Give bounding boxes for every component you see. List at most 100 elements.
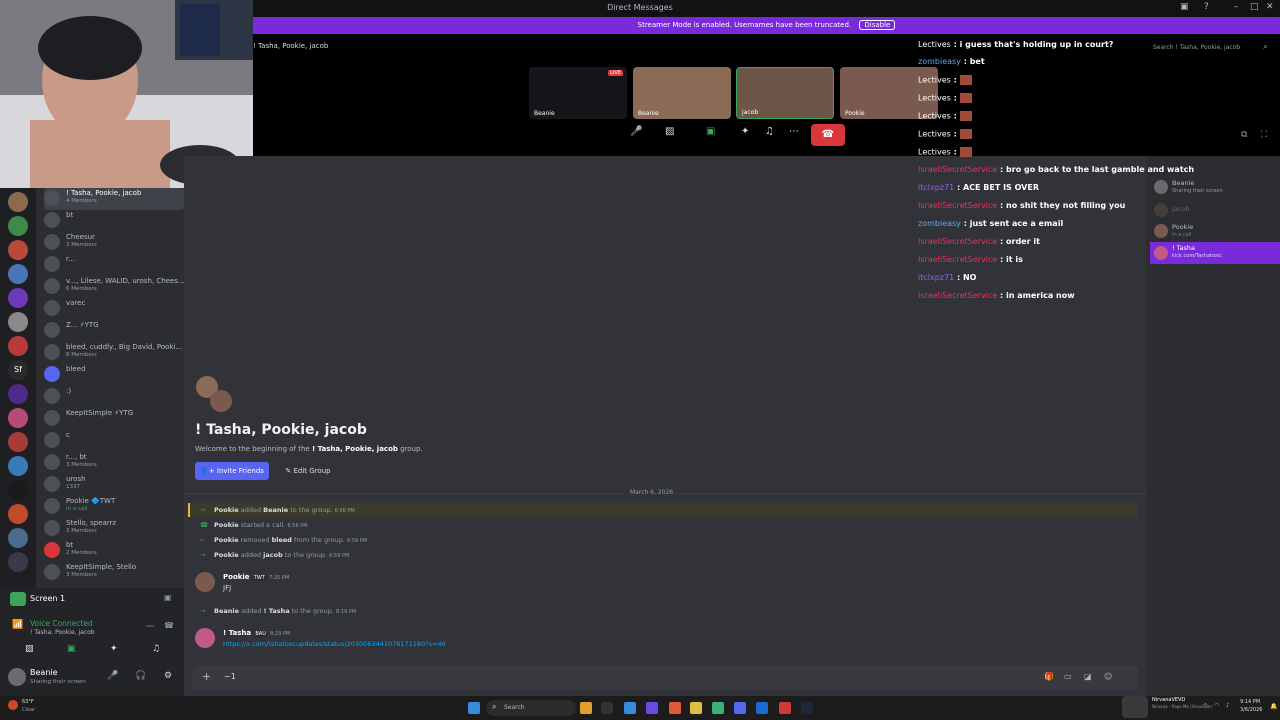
server-icon[interactable] [8,264,28,284]
dm-item[interactable]: KeepItSimple ⚡YTG [44,408,184,430]
app-icon[interactable] [669,702,681,714]
disable-streamer-button[interactable]: Disable [859,20,896,30]
settings-gear-icon[interactable]: ⚙ [164,671,172,681]
tile-name: Beanie [534,110,555,117]
stop-stream-icon[interactable]: ▣ [164,593,172,602]
voice-channel[interactable]: ! Tasha, Pookie, jacob [30,629,95,636]
avatar[interactable] [195,572,215,592]
dm-item[interactable]: Stello, spearrz 3 Members [44,518,184,540]
dm-item[interactable]: Pookie 🔷TWT In a call [44,496,184,518]
server-icon[interactable] [8,456,28,476]
app-icon[interactable] [756,702,768,714]
server-icon[interactable] [8,432,28,452]
app-icon[interactable] [601,702,613,714]
camera-icon[interactable]: ▨ [25,644,34,654]
dm-item[interactable]: urosh 1337 [44,474,184,496]
server-icon[interactable] [8,480,28,500]
dm-item[interactable]: bleed [44,364,184,386]
call-tile[interactable]: jacob [736,67,834,119]
composer-text[interactable]: ~1 [224,672,236,681]
steam-icon[interactable] [801,702,813,714]
dm-item[interactable]: Cheesur 3 Members [44,232,184,254]
server-icon[interactable] [8,504,28,524]
mute-icon[interactable]: 🎤 [107,671,118,681]
sticker-icon[interactable]: ◪ [1084,672,1092,681]
dm-item[interactable]: c [44,430,184,452]
server-icon[interactable] [8,408,28,428]
popout-icon[interactable]: ⧉ [1241,130,1247,140]
app-icon[interactable] [646,702,658,714]
disconnect-call-button[interactable]: ☎ [811,124,845,146]
clock-date[interactable]: 3/6/2026 [1240,707,1262,713]
gif-icon[interactable]: ▭ [1064,672,1072,681]
weather-temp[interactable]: 63°F [22,699,34,705]
activity-icon[interactable]: ✦ [110,644,118,654]
clock-time[interactable]: 9:14 PM [1240,699,1260,705]
server-icon[interactable] [8,552,28,572]
app-icon[interactable] [690,702,702,714]
dm-item[interactable]: r..., bt 3 Members [44,452,184,474]
server-icon[interactable] [8,216,28,236]
message-composer[interactable]: + ~1 🎁 ▭ ◪ ☺ [192,666,1138,690]
screen-share-toggle-icon[interactable]: ▣ [67,644,76,654]
app-icon[interactable] [580,702,592,714]
dm-item[interactable]: bt [44,210,184,232]
notifications-icon[interactable]: 🔔 [1270,703,1277,710]
minimize-button[interactable]: – [1234,2,1239,12]
dm-item[interactable]: KeepItSimple, Stello 3 Members [44,562,184,584]
emoji-icon[interactable]: ☺ [1104,672,1112,681]
dm-item[interactable]: varec [44,298,184,320]
screen-share-icon[interactable]: ▣ [706,126,715,137]
now-playing-title[interactable]: NirvanaVEVO [1152,697,1185,703]
disconnect-icon[interactable]: ☎ [164,621,174,630]
soundboard-icon[interactable]: ♫ [765,126,774,137]
chrome-icon[interactable] [779,702,791,714]
avatar[interactable] [195,628,215,648]
dm-item[interactable]: bleed, cuddly., Big David, Pooki... 8 Mem… [44,342,184,364]
dm-item[interactable]: r... [44,254,184,276]
gift-icon[interactable]: 🎁 [1044,672,1054,681]
server-icon[interactable] [8,288,28,308]
dm-item[interactable]: :) [44,386,184,408]
maximize-button[interactable]: □ [1250,2,1259,12]
dm-item[interactable]: bt 2 Members [44,540,184,562]
server-icon[interactable] [8,312,28,332]
help-icon[interactable]: ? [1204,2,1209,12]
tray-chevron-icon[interactable]: ^ [1203,703,1208,710]
app-icon[interactable] [712,702,724,714]
server-icon[interactable] [8,528,28,548]
message-link[interactable]: https://x.com/tshatoxcupdates/status/203… [223,640,446,648]
wifi-icon[interactable]: ◠ [1214,702,1219,709]
microphone-icon[interactable]: 🎤 [630,126,642,137]
avatar[interactable] [8,668,26,686]
noise-suppression-icon[interactable]: 〰 [146,621,154,632]
app-icon[interactable] [624,702,636,714]
screen-label[interactable]: Screen 1 [30,594,65,603]
volume-icon[interactable]: ♪ [1226,702,1230,709]
add-attachment-icon[interactable]: + [202,670,211,683]
windows-start-icon[interactable] [468,702,480,714]
dm-item[interactable]: v..., Lilese, WALID, urosh, Chees... 6 Me… [44,276,184,298]
more-options-icon[interactable]: ⋯ [789,126,799,137]
activities-icon[interactable]: ✦ [741,126,749,137]
edit-group-button[interactable]: ✎ Edit Group [276,462,340,480]
dm-item[interactable]: Z... ⚡YTG [44,320,184,342]
call-tile[interactable]: LIVE Beanie [529,67,627,119]
fullscreen-icon[interactable]: ⛶ [1261,130,1267,140]
dm-item[interactable]: ! Tasha, Pookie, jacob 4 Members [44,188,184,210]
server-icon[interactable]: Sf [8,360,28,380]
chat-line: IsraeliSecretService : no shit they not … [918,201,1126,210]
discord-icon[interactable] [734,702,746,714]
call-tile[interactable]: Beanie [633,67,731,119]
invite-friends-button[interactable]: 👤+ Invite Friends [195,462,269,480]
server-icon[interactable] [8,192,28,212]
inbox-icon[interactable]: ▣ [1180,2,1189,12]
server-icon[interactable] [8,336,28,356]
server-icon[interactable] [8,240,28,260]
camera-off-icon[interactable]: ▨ [665,126,674,137]
taskbar-search[interactable]: ⌕ Search [486,700,576,716]
soundboard-icon[interactable]: ♫ [152,644,160,654]
headphones-icon[interactable]: 🎧 [135,671,146,681]
close-button[interactable]: ✕ [1266,2,1274,12]
server-icon[interactable] [8,384,28,404]
